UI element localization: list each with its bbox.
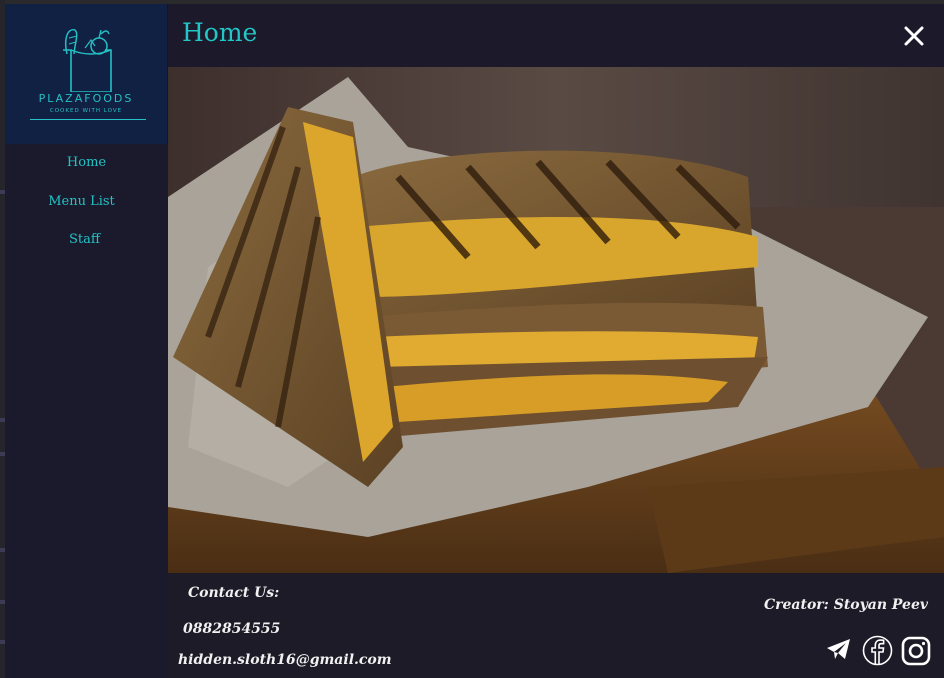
page-footer: Contact Us: 0882854555 hidden.sloth16@gm… (168, 573, 944, 678)
page-header: Home (168, 4, 944, 67)
facebook-icon[interactable] (862, 635, 893, 666)
logo-underline (30, 119, 146, 120)
page-title: Home (182, 18, 258, 47)
hero-image (168, 67, 944, 573)
brand-tagline: COOKED WITH LOVE (49, 108, 123, 114)
sidebar-item-home[interactable]: Home (5, 155, 168, 170)
grocery-bag-icon (63, 28, 112, 92)
sidebar-item-staff[interactable]: Staff (3, 232, 166, 247)
instagram-icon[interactable] (901, 636, 931, 666)
sidebar-item-menu-list[interactable]: Menu List (0, 194, 163, 209)
contact-phone: 0882854555 (183, 621, 281, 637)
brand-logo[interactable]: PLAZAFOODS COOKED WITH LOVE (5, 4, 168, 144)
contact-email[interactable]: hidden.sloth16@gmail.com (178, 652, 392, 668)
contact-heading: Contact Us: (188, 585, 280, 601)
brand-name: PLAZAFOODS (38, 92, 134, 105)
creator-credit: Creator: Stoyan Peev (764, 597, 928, 613)
close-icon[interactable] (902, 24, 926, 48)
sandwich-illustration (168, 67, 944, 573)
telegram-icon[interactable] (826, 637, 852, 661)
